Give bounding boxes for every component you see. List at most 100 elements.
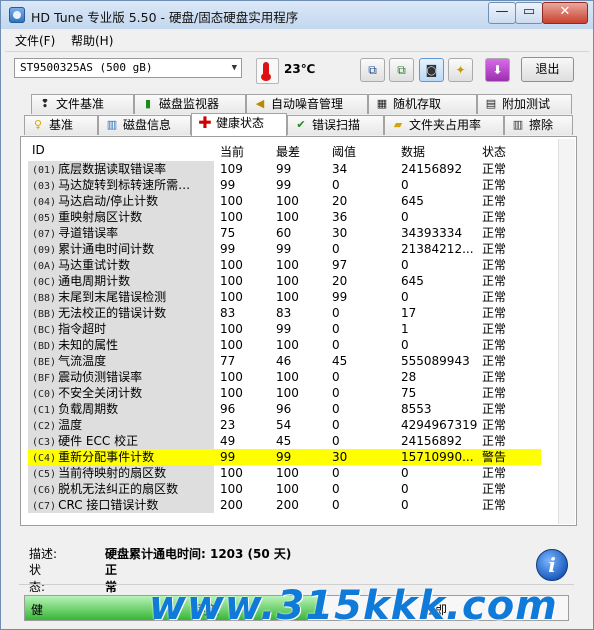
minimize-button[interactable]: —	[488, 2, 516, 24]
exit-button[interactable]: 退出	[521, 57, 574, 82]
table-row[interactable]: (BF) 震动侦测错误率 100 100 0 28 正常	[28, 369, 541, 385]
attribute-name: CRC 接口错误计数	[58, 498, 159, 512]
status-value-cell: 正常	[482, 466, 507, 480]
camera-icon[interactable]: ◙	[419, 58, 444, 82]
table-row[interactable]: (C0) 不安全关闭计数 100 100 0 75 正常	[28, 385, 541, 401]
threshold-value: 45	[332, 354, 348, 368]
threshold-value: 30	[332, 226, 348, 240]
menu-help[interactable]: 帮助(H)	[71, 32, 113, 49]
attribute-id-cell: (09) 累计通电时间计数	[28, 241, 214, 257]
threshold-value: 0	[332, 498, 340, 512]
current-value: 100	[220, 338, 243, 352]
column-header-threshold[interactable]: 阈值	[332, 143, 356, 160]
table-vertical-scrollbar[interactable]	[558, 139, 575, 524]
tab-label: 磁盘监视器	[159, 97, 220, 111]
copy-screenshot-icon[interactable]: ⧉	[389, 58, 414, 82]
attribute-id-cell: (03) 马达旋转到标转速所需…	[28, 177, 214, 193]
table-row[interactable]: (0A) 马达重试计数 100 100 97 0 正常	[28, 257, 541, 273]
attribute-id-cell: (B8) 末尾到末尾错误检测	[28, 289, 214, 305]
attribute-id-cell: (BB) 无法校正的错误计数	[28, 305, 214, 321]
current-value: 100	[220, 274, 243, 288]
table-row[interactable]: (04) 马达启动/停止计数 100 100 20 645 正常	[28, 193, 541, 209]
attribute-name: 负载周期数	[58, 402, 119, 416]
worst-value: 100	[276, 386, 299, 400]
column-header-status[interactable]: 状态	[482, 143, 506, 160]
maximize-button[interactable]: ▭	[515, 2, 543, 24]
current-value: 99	[220, 178, 236, 192]
options-wrench-icon[interactable]: ✦	[448, 58, 473, 82]
copy-text-icon[interactable]: ⧉	[360, 58, 385, 82]
raw-data-value: 555089943	[401, 354, 470, 368]
table-row[interactable]: (03) 马达旋转到标转速所需… 99 99 0 0 正常	[28, 177, 541, 193]
attribute-id: (01)	[32, 165, 57, 176]
worst-value: 200	[276, 498, 299, 512]
tab-folder-usage[interactable]: ▰ 文件夹占用率	[384, 115, 504, 135]
menu-file[interactable]: 文件(F)	[15, 32, 55, 49]
tab-disk-info[interactable]: ▥ 磁盘信息	[98, 115, 191, 135]
drive-select[interactable]: ST9500325AS (500 gB) ▼	[14, 58, 242, 78]
attribute-id-cell: (C1) 负载周期数	[28, 401, 214, 417]
status-value-cell: 正常	[482, 418, 507, 432]
tab-error-scan[interactable]: ✔ 错误扫描	[287, 115, 384, 135]
drive-select-value: ST9500325AS (500 gB)	[20, 61, 153, 74]
toolbar-separator	[5, 51, 589, 52]
column-header-current[interactable]: 当前	[220, 143, 244, 160]
hdtune-app-icon	[9, 7, 25, 23]
table-row[interactable]: (BD) 未知的属性 100 100 0 0 正常	[28, 337, 541, 353]
download-arrow-icon[interactable]: ⬇	[485, 58, 510, 82]
table-row[interactable]: (C2) 温度 23 54 0 4294967319 正常	[28, 417, 541, 433]
attribute-id-cell: (C0) 不安全关闭计数	[28, 385, 214, 401]
chevron-down-icon[interactable]: ▼	[232, 59, 237, 77]
table-row[interactable]: (C4) 重新分配事件计数 99 99 30 15710990... 警告	[28, 449, 541, 465]
table-row[interactable]: (C5) 当前待映射的扇区数 100 100 0 0 正常	[28, 465, 541, 481]
attribute-id: (BD)	[32, 341, 57, 352]
status-value-cell: 正常	[482, 226, 507, 240]
attribute-id-cell: (04) 马达启动/停止计数	[28, 193, 214, 209]
thermometer-icon	[256, 58, 279, 84]
current-value: 100	[220, 258, 243, 272]
tab-extra-tests[interactable]: ▤ 附加测试	[477, 94, 572, 114]
info-icon[interactable]: i	[536, 549, 568, 581]
worst-value: 100	[276, 338, 299, 352]
attribute-name: 指令超时	[58, 322, 107, 336]
worst-value: 54	[276, 418, 292, 432]
health-checkbox-label[interactable]: 健	[31, 601, 43, 618]
attribute-id: (C1)	[32, 405, 57, 416]
status-value-cell: 正常	[482, 306, 507, 320]
table-row[interactable]: (C7) CRC 接口错误计数 200 200 0 0 正常	[28, 497, 541, 513]
column-header-worst[interactable]: 最差	[276, 143, 300, 160]
table-row[interactable]: (BB) 无法校正的错误计数 83 83 0 17 正常	[28, 305, 541, 321]
tab-noise-management[interactable]: ◀ 自动噪音管理	[246, 94, 368, 114]
attribute-name: 马达重试计数	[58, 258, 131, 272]
table-row[interactable]: (09) 累计通电时间计数 99 99 0 21384212... 正常	[28, 241, 541, 257]
threshold-value: 0	[332, 386, 340, 400]
table-row[interactable]: (BC) 指令超时 100 99 0 1 正常	[28, 321, 541, 337]
threshold-value: 0	[332, 434, 340, 448]
table-row[interactable]: (C1) 负载周期数 96 96 0 8553 正常	[28, 401, 541, 417]
table-row[interactable]: (0C) 通电周期计数 100 100 20 645 正常	[28, 273, 541, 289]
threshold-value: 34	[332, 162, 348, 176]
current-value: 100	[220, 482, 243, 496]
table-row[interactable]: (B8) 末尾到末尾错误检测 100 100 99 0 正常	[28, 289, 541, 305]
file-benchmark-icon: ❢	[40, 97, 50, 110]
worst-value: 100	[276, 482, 299, 496]
tab-erase[interactable]: ▥ 擦除	[504, 115, 573, 135]
description-value: 硬盘累计通电时间: 1203 (50 天)	[105, 547, 292, 561]
table-row[interactable]: (05) 重映射扇区计数 100 100 36 0 正常	[28, 209, 541, 225]
table-row[interactable]: (C3) 硬件 ECC 校正 49 45 0 24156892 正常	[28, 433, 541, 449]
table-row[interactable]: (BE) 气流温度 77 46 45 555089943 正常	[28, 353, 541, 369]
tab-disk-monitor[interactable]: ▮ 磁盘监视器	[134, 94, 246, 114]
table-row[interactable]: (07) 寻道错误率 75 60 30 34393334 正常	[28, 225, 541, 241]
menu-bar: 文件(F) 帮助(H)	[1, 29, 593, 51]
tab-benchmark[interactable]: ♀ 基准	[24, 115, 98, 135]
close-button[interactable]: ✕	[542, 2, 588, 24]
table-row[interactable]: (C6) 脱机无法纠正的扇区数 100 100 0 0 正常	[28, 481, 541, 497]
attribute-name: 寻道错误率	[58, 226, 119, 240]
tab-random-access[interactable]: ▦ 随机存取	[368, 94, 477, 114]
column-header-id[interactable]: ID	[32, 143, 45, 157]
attribute-id-cell: (0C) 通电周期计数	[28, 273, 214, 289]
table-row[interactable]: (01) 底层数据读取错误率 109 99 34 24156892 正常	[28, 161, 541, 177]
tab-health[interactable]: ✚ 健康状态	[191, 113, 287, 136]
tab-file-benchmark[interactable]: ❢ 文件基准	[31, 94, 134, 114]
column-header-data[interactable]: 数据	[401, 143, 425, 160]
